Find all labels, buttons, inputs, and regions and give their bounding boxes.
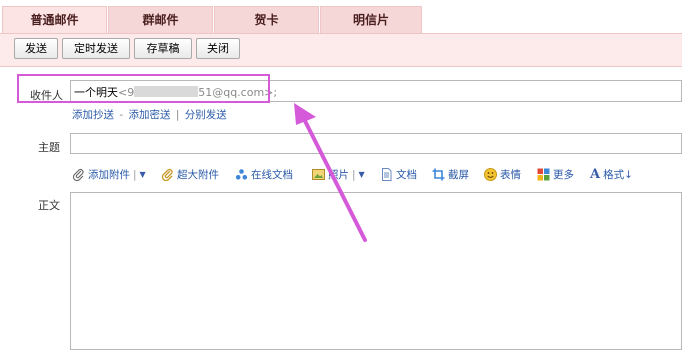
annotation-arrow xyxy=(294,103,367,242)
